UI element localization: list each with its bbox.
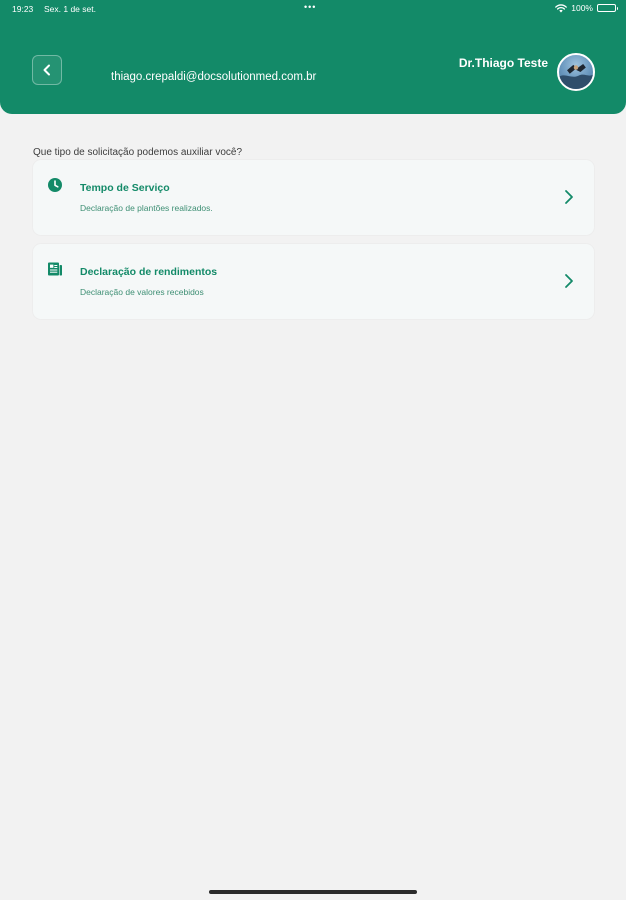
card-title: Declaração de rendimentos [80,266,218,278]
status-right-group: 100% [555,3,618,13]
card-title: Tempo de Serviço [80,182,170,194]
multitask-dots[interactable]: ••• [304,2,316,12]
card-declaracao-de-rendimentos[interactable]: Declaração de rendimentos Declaração de … [33,244,594,319]
status-date: Sex. 1 de set. [44,4,96,14]
home-indicator[interactable] [209,890,417,894]
card-tempo-de-servico[interactable]: Tempo de Serviço Declaração de plantões … [33,160,594,235]
avatar[interactable] [557,53,595,91]
avatar-photo [559,63,593,89]
card-subtitle: Declaração de plantões realizados. [80,203,213,213]
chevron-right-icon [565,190,573,204]
document-icon [48,262,62,276]
user-name: Dr.Thiago Teste [458,56,548,70]
battery-percentage: 100% [571,3,593,13]
chevron-right-icon [565,274,573,288]
status-time: 19:23 [12,4,34,14]
status-bar: 19:23 Sex. 1 de set. ••• 100% [0,0,626,18]
card-subtitle: Declaração de valores recebidos [80,287,204,297]
back-button[interactable] [32,55,62,85]
battery-icon [597,4,618,12]
user-email: thiago.crepaldi@docsolutionmed.com.br [111,71,317,83]
clock-icon [48,178,62,192]
app-header: 19:23 Sex. 1 de set. ••• 100% thiago.cre… [0,0,626,114]
wifi-icon [555,3,568,12]
request-question: Que tipo de solicitação podemos auxiliar… [33,147,243,158]
chevron-left-icon [43,64,50,76]
